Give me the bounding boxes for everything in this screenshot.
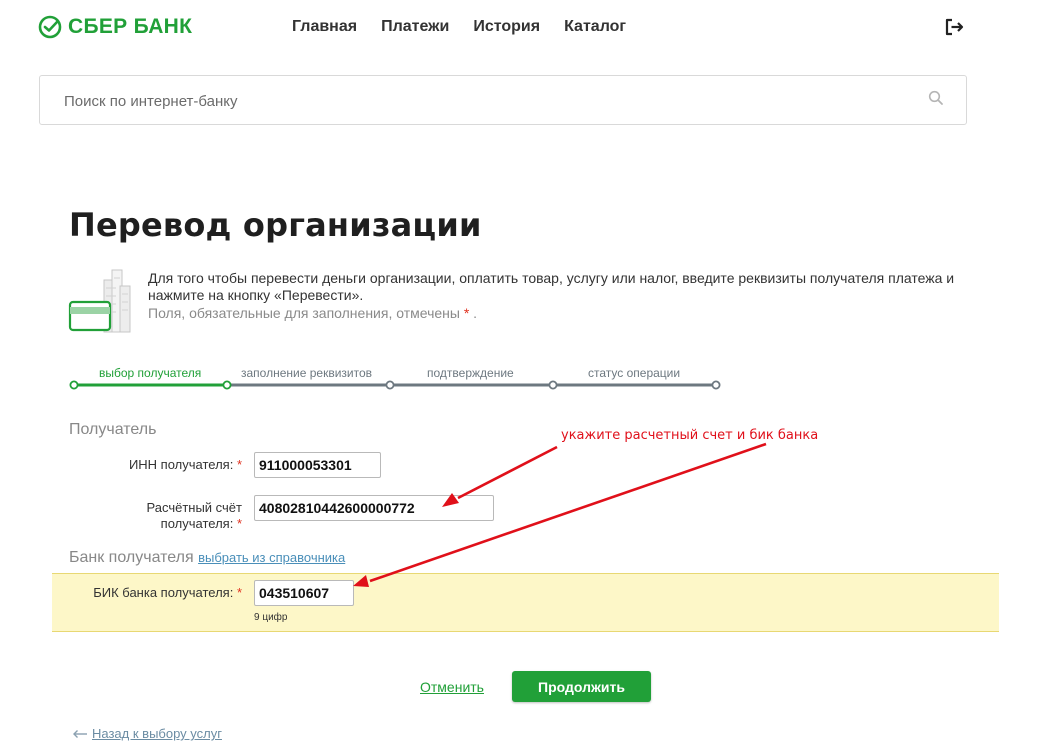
bank-directory-link[interactable]: выбрать из справочника (198, 550, 345, 565)
logout-icon[interactable] (944, 18, 964, 36)
step-confirmation: подтверждение (427, 366, 514, 380)
step-operation-status: статус операции (588, 366, 681, 380)
continue-button[interactable]: Продолжить (512, 671, 651, 702)
brand-logo[interactable]: СБЕР БАНК (38, 14, 192, 40)
annotation-text: укажите расчетный счет и бик банка (561, 428, 819, 443)
nav-item-main[interactable]: Главная (292, 17, 357, 37)
bik-label: БИК банка получателя: * (60, 585, 242, 601)
account-label: Расчётный счёт получателя: * (100, 500, 243, 532)
bik-highlight-row (52, 573, 999, 632)
info-text: Для того чтобы перевести деньги организа… (148, 270, 955, 303)
step-dot-4 (548, 380, 558, 390)
step-fill-details: заполнение реквизитов (241, 366, 373, 380)
brand-name: СБЕР БАНК (68, 15, 193, 38)
account-input[interactable] (254, 495, 494, 521)
sber-logo-icon (38, 15, 62, 39)
required-note-text: Поля, обязательные для заполнения, отмеч… (148, 305, 460, 321)
progress-stepper: выбор получателя заполнение реквизитов п… (0, 360, 760, 400)
account-label-line1: Расчётный счёт (146, 500, 243, 515)
required-note-end: . (473, 305, 478, 321)
nav-item-catalog[interactable]: Каталог (564, 17, 626, 37)
arrow-to-account (457, 445, 558, 500)
search-bar (39, 75, 967, 125)
bik-label-text: БИК банка получателя: (93, 585, 234, 600)
page-title: Перевод организации (69, 206, 482, 244)
required-mark: * (236, 585, 242, 600)
step-dot-2 (222, 380, 232, 390)
main-nav: Главная Платежи История Каталог (292, 17, 650, 37)
search-input[interactable] (64, 90, 884, 112)
bank-section-label: Банк получателя (69, 549, 194, 566)
nav-item-history[interactable]: История (473, 17, 540, 37)
inn-label-text: ИНН получателя: (128, 457, 234, 472)
bik-hint: 9 цифр (254, 612, 288, 623)
recipient-section-title: Получатель (69, 421, 157, 438)
required-mark: * (463, 305, 470, 321)
required-mark: * (236, 457, 242, 472)
search-icon[interactable] (928, 90, 944, 106)
step-dot-5 (711, 380, 721, 390)
inn-label: ИНН получателя: * (100, 457, 242, 473)
required-note: Поля, обязательные для заполнения, отмеч… (148, 305, 477, 322)
bik-input[interactable] (254, 580, 354, 606)
card-building-icon (68, 269, 131, 333)
step-dot-3 (385, 380, 395, 390)
bank-section-title: Банк получателя выбрать из справочника (69, 549, 345, 567)
back-link-text: Назад к выбору услуг (92, 726, 222, 741)
step-select-recipient: выбор получателя (99, 366, 202, 380)
back-link[interactable]: Назад к выбору услуг (72, 726, 222, 741)
cancel-link[interactable]: Отменить (420, 679, 484, 695)
nav-item-payments[interactable]: Платежи (381, 17, 449, 37)
step-dot-1 (69, 380, 79, 390)
arrow-left-icon (73, 729, 87, 738)
account-label-line2: получателя: (160, 516, 234, 531)
required-mark: * (236, 516, 242, 531)
inn-input[interactable] (254, 452, 381, 478)
